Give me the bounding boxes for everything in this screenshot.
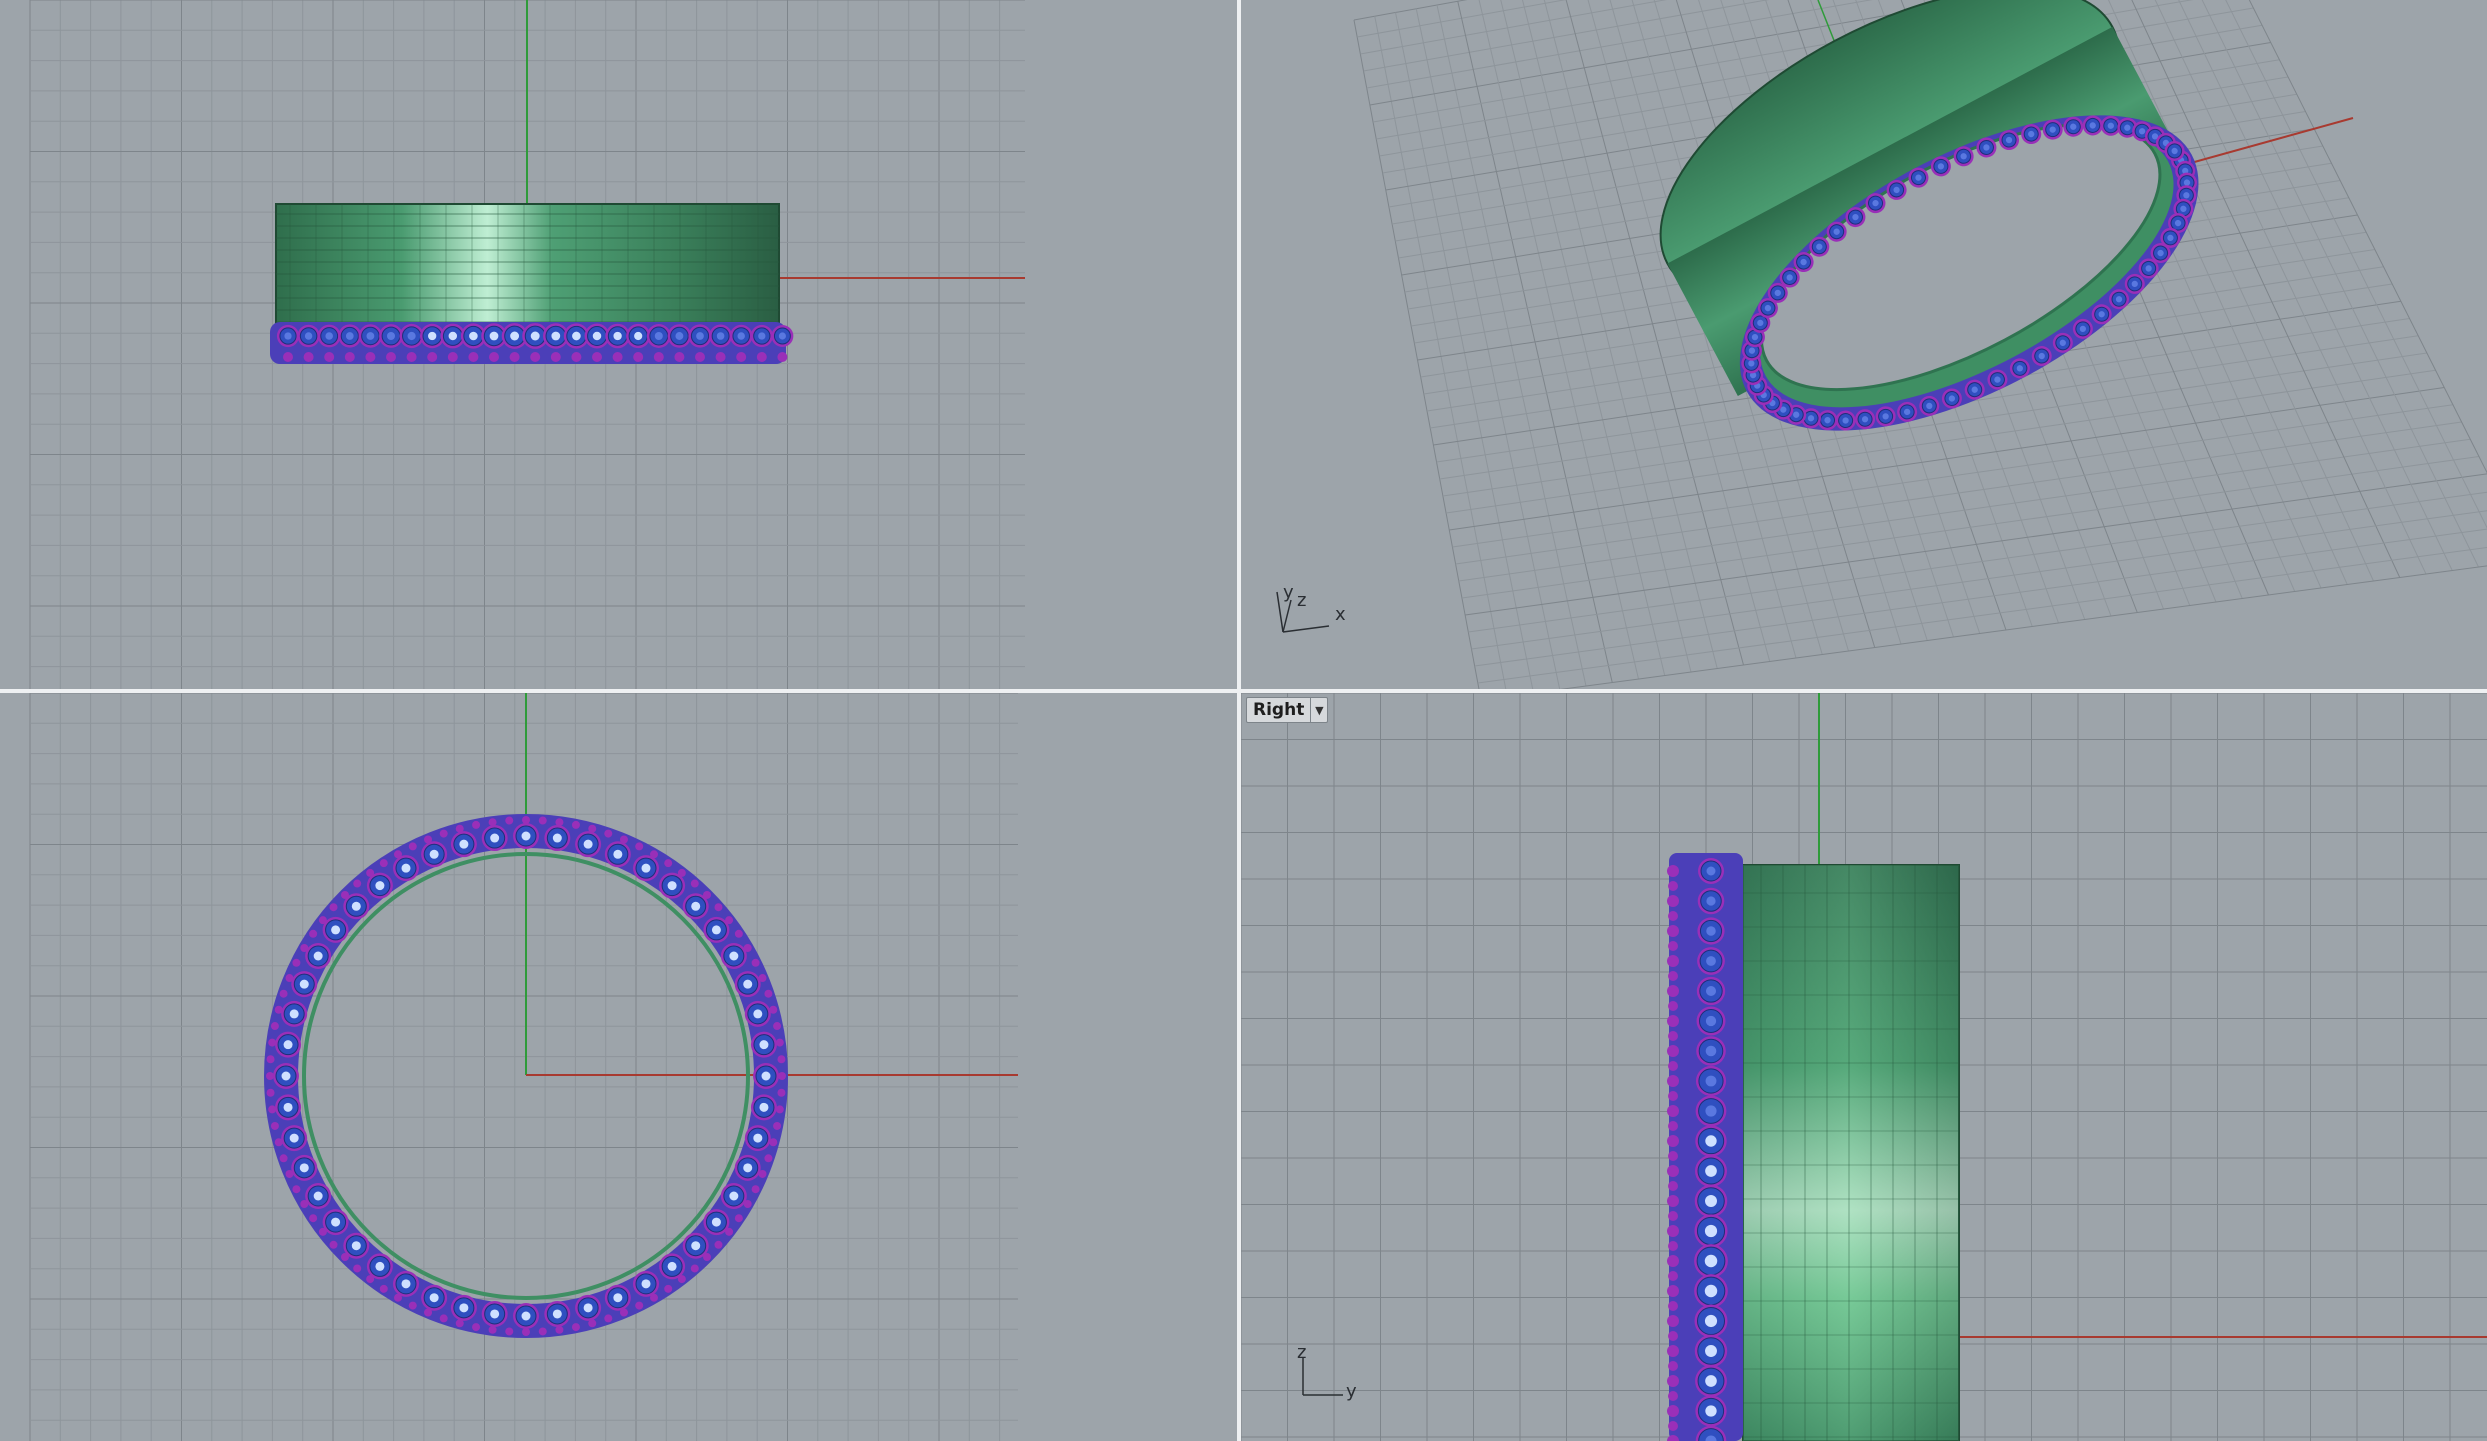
chevron-down-icon[interactable]: ▼ (1310, 698, 1327, 722)
gemstone (720, 943, 747, 969)
gemstone (338, 324, 362, 348)
gemstone (481, 1300, 508, 1327)
viewport-top[interactable] (0, 693, 1237, 1441)
axis-y-label: y (1346, 1381, 1357, 1402)
gemstone (633, 855, 659, 882)
gemstone (393, 1270, 419, 1297)
rhino-workspace: x y z Right ▼ y z (0, 0, 2487, 1441)
gemstone (771, 325, 794, 347)
gemstone (544, 1300, 571, 1327)
top-view-canvas[interactable] (0, 693, 1237, 1441)
gemstone (544, 825, 571, 852)
viewport-front[interactable] (0, 0, 1237, 689)
gemstone (1696, 1036, 1726, 1066)
gemstone (291, 1154, 318, 1181)
gemstone (273, 1063, 299, 1089)
viewport-right[interactable]: Right ▼ y z (1241, 693, 2487, 1441)
gemstone (297, 324, 320, 348)
gemstone (358, 324, 383, 348)
gemstone (1698, 858, 1724, 884)
gemstone (1694, 1214, 1728, 1248)
gemstone (1695, 1395, 1727, 1427)
gemstone (750, 1031, 777, 1058)
gemstone (709, 324, 733, 348)
gemstone (753, 1063, 779, 1089)
gemstone (1696, 976, 1726, 1006)
gemstone (1695, 1155, 1727, 1187)
front-view-canvas[interactable] (0, 0, 1237, 689)
gemstone (450, 831, 477, 858)
ring-band (275, 203, 780, 325)
gemstone (744, 1000, 771, 1027)
gemstone (481, 825, 508, 852)
gemstone (734, 971, 761, 998)
gemstone (1694, 1184, 1728, 1218)
gemstone (393, 855, 419, 882)
gemstone (750, 324, 773, 348)
gemstone (305, 1183, 332, 1209)
gemstone (281, 1000, 308, 1027)
gemstone (667, 324, 692, 348)
gemstone (291, 971, 318, 998)
axis-z-label: z (1297, 590, 1307, 611)
gemstone (276, 324, 300, 348)
gemstone (1697, 917, 1725, 945)
viewport-divider-horizontal[interactable] (0, 689, 2487, 693)
ring-band-side (1742, 864, 1960, 1441)
viewport-title-tab[interactable]: Right ▼ (1246, 697, 1329, 723)
gemstone (1695, 1065, 1727, 1097)
gemstone (1695, 1365, 1727, 1397)
stone-row (270, 322, 794, 364)
gemstone (513, 1303, 539, 1329)
gemstone (646, 324, 671, 348)
gemstone (734, 1154, 761, 1181)
gemstone (317, 324, 341, 348)
gemstone (604, 1284, 631, 1311)
gemstone (1696, 1006, 1726, 1036)
gemstone (275, 1031, 302, 1058)
gemstone (744, 1125, 771, 1152)
gemstone (633, 1270, 659, 1297)
gemstone (281, 1125, 308, 1152)
gemstone (379, 324, 403, 348)
gemstone (1695, 1125, 1727, 1157)
gemstone (750, 1094, 777, 1121)
gemstone (1694, 1244, 1728, 1278)
axis-z-label: z (1297, 1342, 1307, 1363)
gemstone (1694, 1274, 1728, 1308)
right-view-canvas[interactable] (1241, 693, 2487, 1441)
gemstone (450, 1294, 477, 1321)
gemstone (1694, 1334, 1728, 1368)
viewport-divider-vertical[interactable] (1237, 0, 1241, 1441)
gemstone (1697, 887, 1725, 915)
gemstone (626, 323, 651, 349)
viewport-title-label[interactable]: Right (1247, 698, 1310, 722)
gemstone (513, 823, 539, 849)
gemstone (688, 324, 712, 348)
viewport-perspective[interactable]: x y z (1241, 0, 2487, 689)
gemstone (729, 324, 753, 348)
gemstone (305, 943, 332, 969)
stone-column (1667, 853, 1743, 1441)
gemstone (421, 1284, 448, 1311)
perspective-view-canvas[interactable] (1241, 0, 2487, 689)
gemstone (421, 841, 448, 868)
gemstone (720, 1183, 747, 1209)
axis-y-label: y (1283, 582, 1294, 603)
gemstone (275, 1094, 302, 1121)
gemstone (1695, 1095, 1727, 1127)
gemstone (575, 831, 602, 858)
gemstone (604, 841, 631, 868)
axis-x-label: x (1335, 604, 1346, 625)
gemstone (1697, 947, 1725, 975)
gemstone (575, 1294, 602, 1321)
gemstone (1694, 1304, 1728, 1338)
